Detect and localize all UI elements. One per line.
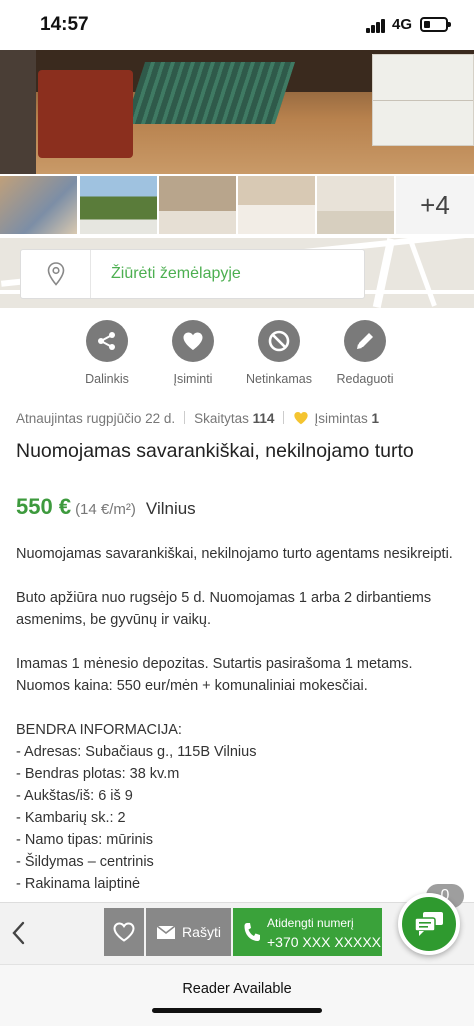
masked-phone-number: +370 XXX XXXXX — [267, 934, 382, 950]
reveal-phone-label: Atidengti numerį — [267, 916, 354, 930]
heart-icon — [294, 412, 309, 425]
reader-bar[interactable]: Reader Available — [0, 964, 474, 1026]
signal-icon — [366, 19, 386, 33]
city: Vilnius — [145, 499, 196, 518]
share-label: Dalinkis — [85, 372, 129, 386]
views-label: Skaitytas — [194, 411, 249, 426]
edit-button[interactable]: Redaguoti — [320, 320, 410, 386]
reader-available-label: Reader Available — [182, 981, 292, 997]
listing-meta: Atnaujintas rugpjūčio 22 d. Skaitytas 114… — [16, 411, 456, 431]
view-map-label: Žiūrėti žemėlapyje — [111, 265, 241, 282]
thumbnail-photo[interactable] — [80, 176, 157, 234]
status-bar: 14:57 4G — [0, 0, 474, 50]
pencil-icon — [344, 320, 386, 362]
price: 550 € — [16, 494, 72, 519]
view-map-button[interactable]: Žiūrėti žemėlapyje — [20, 249, 365, 299]
more-photos-button[interactable]: +4 — [396, 176, 474, 234]
envelope-icon — [156, 924, 176, 939]
save-label: Įsiminti — [173, 372, 213, 386]
views-count: 114 — [252, 411, 275, 426]
map-pin-icon — [21, 250, 91, 298]
listing-title: Nuomojamas savarankiškai, nekilnojamo tu… — [16, 440, 414, 462]
save-button[interactable]: Įsiminti — [148, 320, 238, 386]
write-message-button[interactable]: Rašyti — [146, 908, 231, 956]
listing-actions: Dalinkis Įsiminti Netinkamas Redaguoti — [60, 320, 420, 392]
listing-description: Nuomojamas savarankiškai, nekilnojamo tu… — [16, 546, 453, 892]
chat-bubbles-icon — [414, 912, 443, 936]
thumbnail-photo[interactable] — [317, 176, 394, 234]
report-unsuitable-button[interactable]: Netinkamas — [234, 320, 324, 386]
chat-button[interactable] — [398, 893, 460, 955]
price-per-sqm: (14 €/m²) — [75, 501, 136, 518]
saved-label: Įsimintas — [314, 411, 368, 426]
share-icon — [86, 320, 128, 362]
thumbnail-photo[interactable] — [0, 176, 77, 234]
saved-count: 1 — [371, 411, 379, 426]
price-row: 550 € (14 €/m²) Vilnius — [16, 494, 456, 524]
phone-icon — [244, 923, 260, 941]
heart-outline-icon — [113, 922, 135, 942]
thumbnail-photo[interactable] — [238, 176, 315, 234]
home-indicator[interactable] — [152, 1008, 322, 1013]
heart-icon — [172, 320, 214, 362]
reveal-phone-button[interactable]: Atidengti numerį +370 XXX XXXXX — [233, 908, 382, 956]
edit-label: Redaguoti — [336, 372, 394, 386]
chevron-left-icon — [12, 921, 25, 945]
main-photo[interactable] — [0, 50, 474, 174]
status-time: 14:57 — [40, 14, 89, 35]
write-label: Rašyti — [182, 924, 221, 940]
network-label: 4G — [392, 16, 413, 33]
photo-thumbnails: +4 — [0, 176, 474, 236]
report-label: Netinkamas — [246, 372, 312, 386]
back-button[interactable] — [8, 919, 30, 947]
favorite-button[interactable] — [104, 908, 144, 956]
battery-icon — [420, 17, 451, 32]
updated-date: Atnaujintas rugpjūčio 22 d. — [16, 411, 176, 426]
share-button[interactable]: Dalinkis — [62, 320, 152, 386]
block-icon — [258, 320, 300, 362]
thumbnail-photo[interactable] — [159, 176, 236, 234]
